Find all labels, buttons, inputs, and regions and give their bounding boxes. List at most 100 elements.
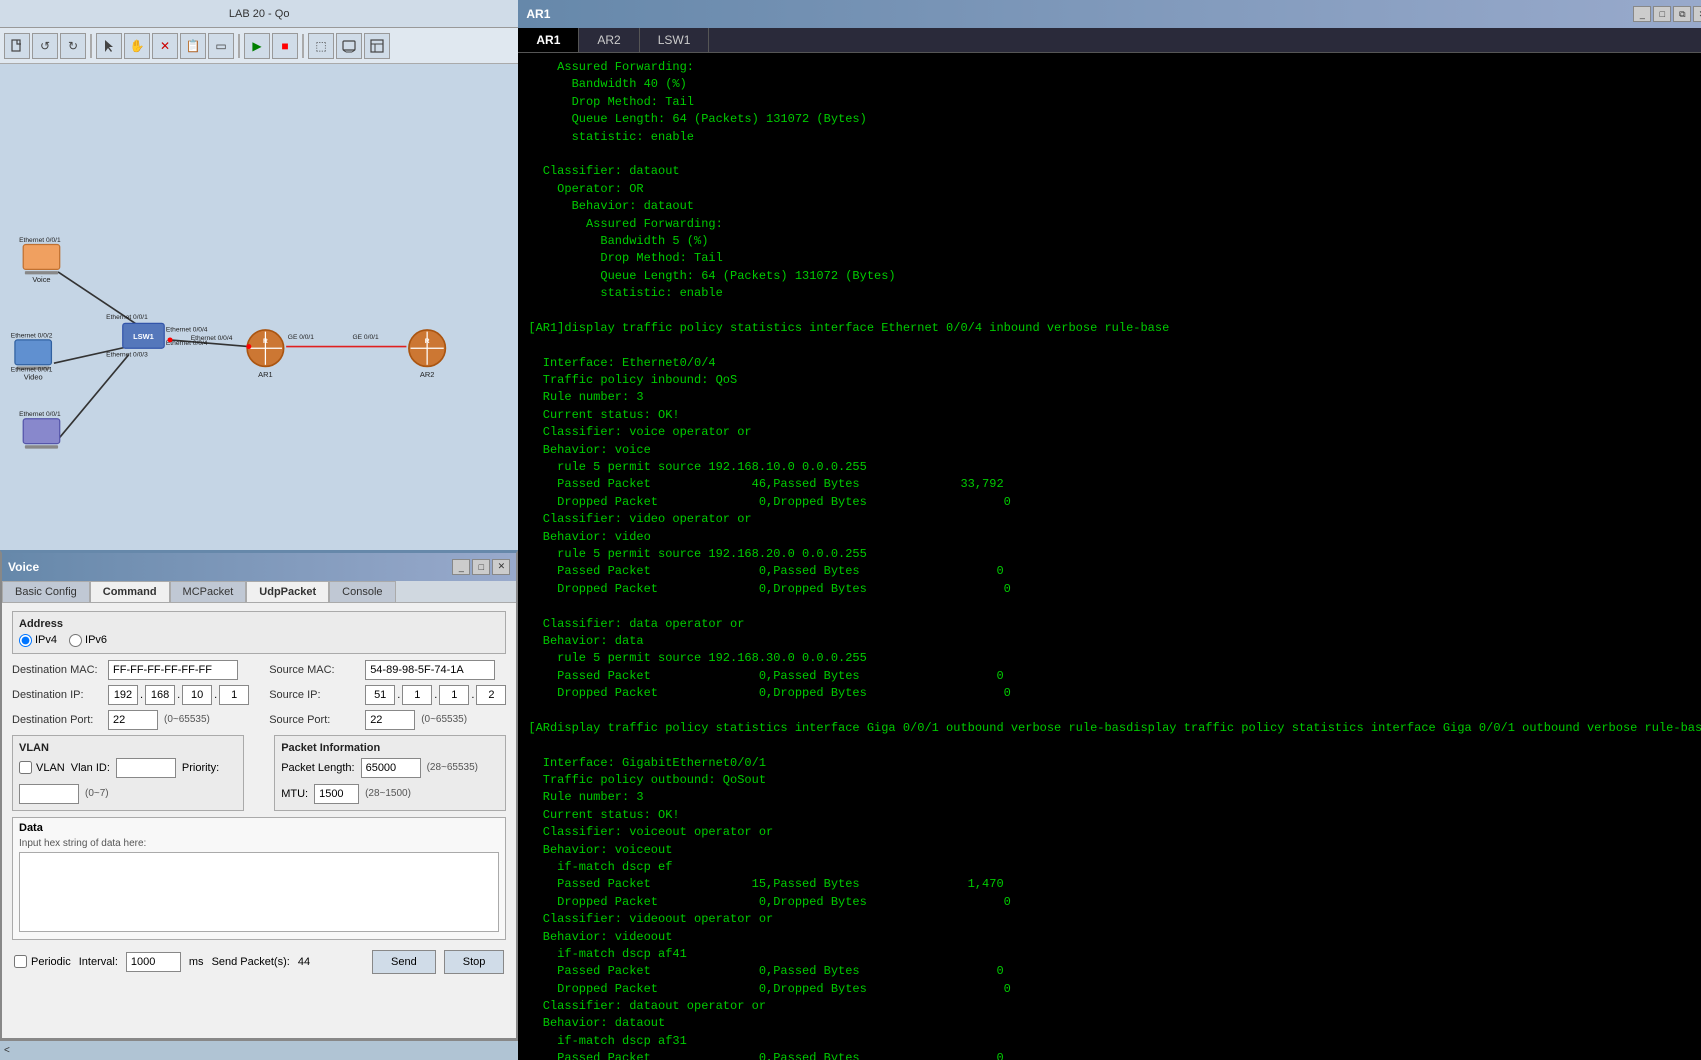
src-ip-1[interactable] xyxy=(402,685,432,705)
pkt-length-input[interactable] xyxy=(361,758,421,778)
terminal-tabs: AR1 AR2 LSW1 xyxy=(518,28,1701,53)
terminal-tab-ar2[interactable]: AR2 xyxy=(579,28,639,52)
bottom-row: Periodic Interval: ms Send Packet(s): 44… xyxy=(12,946,506,978)
toolbar-custom[interactable] xyxy=(364,33,390,59)
dest-ip-1[interactable] xyxy=(145,685,175,705)
ipv4-radio[interactable] xyxy=(19,634,32,647)
svg-text:GE 0/0/1: GE 0/0/1 xyxy=(352,334,378,341)
separator2 xyxy=(238,34,240,58)
mtu-input[interactable] xyxy=(314,784,359,804)
tab-basic-config[interactable]: Basic Config xyxy=(2,581,90,602)
terminal-restore[interactable]: ⧉ xyxy=(1673,6,1691,22)
toolbar-console[interactable] xyxy=(336,33,362,59)
terminal-close[interactable]: ✕ xyxy=(1693,6,1701,22)
terminal-body[interactable]: Assured Forwarding: Bandwidth 40 (%) Dro… xyxy=(518,53,1701,1060)
minimize-button[interactable]: _ xyxy=(452,559,470,575)
svg-text:R: R xyxy=(263,338,268,345)
vlan-checkbox[interactable] xyxy=(19,761,32,774)
vlan-checkbox-label[interactable]: VLAN xyxy=(19,761,65,774)
separator3 xyxy=(302,34,304,58)
priority-hint: (0~7) xyxy=(85,788,109,799)
priority-input[interactable] xyxy=(19,784,79,804)
dest-ip-0[interactable] xyxy=(108,685,138,705)
toolbar-redo[interactable]: ↻ xyxy=(60,33,86,59)
ipv6-radio[interactable] xyxy=(69,634,82,647)
send-packets-label: Send Packet(s): xyxy=(212,956,290,968)
terminal-tab-ar1[interactable]: AR1 xyxy=(518,28,579,52)
toolbar-select[interactable] xyxy=(96,33,122,59)
packet-info-section: Packet Information Packet Length: (28~65… xyxy=(274,735,506,811)
vlan-id-label: Vlan ID: xyxy=(71,762,110,774)
app-title: LAB 20 - Qo xyxy=(4,8,514,20)
svg-text:Voice: Voice xyxy=(32,275,50,284)
periodic-label[interactable]: Periodic xyxy=(14,955,71,968)
network-canvas: Voice Ethernet 0/0/1 Video Ethernet 0/0/… xyxy=(0,64,518,550)
toolbar-new[interactable] xyxy=(4,33,30,59)
svg-text:AR1: AR1 xyxy=(258,370,273,379)
src-mac-row: Source MAC: xyxy=(269,660,506,680)
vlan-section: VLAN VLAN Vlan ID: Priority: (0~7) xyxy=(12,735,244,811)
ipv6-radio-label[interactable]: IPv6 xyxy=(69,634,107,647)
terminal-tab-lsw1[interactable]: LSW1 xyxy=(640,28,710,52)
ipv4-radio-label[interactable]: IPv4 xyxy=(19,634,57,647)
src-ip-label: Source IP: xyxy=(269,689,359,701)
src-port-hint: (0~65535) xyxy=(421,714,467,725)
dest-col: Destination MAC: Destination IP: . . xyxy=(12,660,249,735)
src-ip-0[interactable] xyxy=(365,685,395,705)
svg-text:Ethernet 0/0/1: Ethernet 0/0/1 xyxy=(106,314,148,321)
dest-ip-2[interactable] xyxy=(182,685,212,705)
toolbar-undo[interactable]: ↺ xyxy=(32,33,58,59)
svg-text:Ethernet 0/0/4: Ethernet 0/0/4 xyxy=(191,335,233,342)
toolbar-start[interactable]: ▶ xyxy=(244,33,270,59)
src-mac-input[interactable] xyxy=(365,660,495,680)
maximize-button[interactable]: □ xyxy=(472,559,490,575)
vlan-id-input[interactable] xyxy=(116,758,176,778)
dest-mac-row: Destination MAC: xyxy=(12,660,249,680)
toolbar-hand[interactable]: ✋ xyxy=(124,33,150,59)
svg-text:Ethernet 0/0/4: Ethernet 0/0/4 xyxy=(166,340,208,347)
tab-console[interactable]: Console xyxy=(329,581,395,602)
src-ip-3[interactable] xyxy=(476,685,506,705)
dest-ip-group: . . . xyxy=(108,685,249,705)
dest-port-hint: (0~65535) xyxy=(164,714,210,725)
svg-text:Ethernet 0/0/2: Ethernet 0/0/2 xyxy=(11,332,53,339)
toolbar-rect[interactable]: ▭ xyxy=(208,33,234,59)
data-section-title: Data xyxy=(19,822,499,834)
toolbar-copy[interactable]: 📋 xyxy=(180,33,206,59)
send-button[interactable]: Send xyxy=(372,950,436,974)
dialog-content: Address IPv4 IPv6 xyxy=(2,603,516,986)
dest-port-input[interactable] xyxy=(108,710,158,730)
src-ip-2[interactable] xyxy=(439,685,469,705)
tab-command[interactable]: Command xyxy=(90,581,170,602)
data-section: Data Input hex string of data here: xyxy=(12,817,506,940)
voice-dialog: Voice _ □ ✕ Basic Config Command MCPacke… xyxy=(0,550,518,1041)
dest-ip-3[interactable] xyxy=(219,685,249,705)
dest-mac-input[interactable] xyxy=(108,660,238,680)
stop-button[interactable]: Stop xyxy=(444,950,505,974)
vlan-controls: VLAN Vlan ID: Priority: (0~7) xyxy=(19,758,237,804)
toolbar-delete[interactable]: ✕ xyxy=(152,33,178,59)
status-text: < xyxy=(4,1045,10,1056)
periodic-checkbox[interactable] xyxy=(14,955,27,968)
data-textarea[interactable] xyxy=(19,852,499,932)
interval-input[interactable] xyxy=(126,952,181,972)
mac-ip-columns: Destination MAC: Destination IP: . . xyxy=(12,660,506,735)
svg-text:LSW1: LSW1 xyxy=(133,332,154,341)
separator1 xyxy=(90,34,92,58)
toolbar-capture[interactable]: ⬚ xyxy=(308,33,334,59)
src-port-label: Source Port: xyxy=(269,714,359,726)
terminal-titlebar: AR1 _ □ ⧉ ✕ xyxy=(518,0,1701,28)
src-port-input[interactable] xyxy=(365,710,415,730)
address-label: Address xyxy=(19,618,499,630)
tab-mcpacket[interactable]: MCPacket xyxy=(170,581,247,602)
terminal-maximize[interactable]: □ xyxy=(1653,6,1671,22)
src-mac-label: Source MAC: xyxy=(269,664,359,676)
close-button[interactable]: ✕ xyxy=(492,559,510,575)
tab-udppacket[interactable]: UdpPacket xyxy=(246,581,329,602)
left-top-bar: LAB 20 - Qo xyxy=(0,0,518,28)
toolbar-stop[interactable]: ■ xyxy=(272,33,298,59)
periodic-text: Periodic xyxy=(31,956,71,968)
svg-text:Ethernet 0/0/4: Ethernet 0/0/4 xyxy=(166,327,208,334)
vlan-checkbox-text: VLAN xyxy=(36,762,65,774)
terminal-minimize[interactable]: _ xyxy=(1633,6,1651,22)
